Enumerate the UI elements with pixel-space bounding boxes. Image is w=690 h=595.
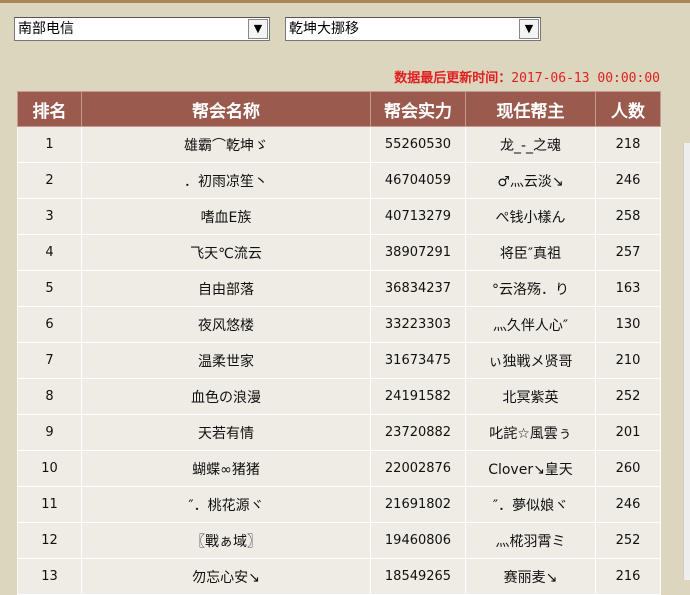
scrollbar[interactable] bbox=[683, 143, 690, 580]
guild-power-cell: 33223303 bbox=[370, 306, 466, 343]
rank-cell: 8 bbox=[17, 378, 82, 415]
guild-name-cell: 自由部落 bbox=[81, 270, 371, 307]
guild-name-cell: 蝴蝶∞猪猪 bbox=[81, 450, 371, 487]
leader-cell: °云洛殇．り bbox=[465, 270, 596, 307]
table-row: 11 ″．桃花源ヾ 21691802 ″．夢似娘ヾ 246 bbox=[17, 486, 661, 523]
leader-cell: 叱詫☆風雲ぅ bbox=[465, 414, 596, 451]
members-cell: 201 bbox=[595, 414, 661, 451]
leader-cell: 北冥紫英 bbox=[465, 378, 596, 415]
members-cell: 258 bbox=[595, 198, 661, 235]
chevron-down-icon[interactable]: ▼ bbox=[519, 19, 539, 39]
guild-name-cell: 血色の浪漫 bbox=[81, 378, 371, 415]
guild-name-cell: 嗜血E族 bbox=[81, 198, 371, 235]
server-select-value: 乾坤大挪移 bbox=[289, 21, 359, 37]
guild-power-cell: 21691802 bbox=[370, 486, 466, 523]
rank-cell: 7 bbox=[17, 342, 82, 379]
rank-cell: 5 bbox=[17, 270, 82, 307]
members-cell: 130 bbox=[595, 306, 661, 343]
guild-name-cell: 温柔世家 bbox=[81, 342, 371, 379]
region-select[interactable]: 南部电信 ▼ bbox=[14, 17, 270, 41]
header-rank: 排名 bbox=[17, 91, 82, 127]
header-guild-power: 帮会实力 bbox=[370, 91, 466, 127]
table-row: 7 温柔世家 31673475 ぃ独戦メ贤哥 210 bbox=[17, 342, 661, 379]
rank-cell: 9 bbox=[17, 414, 82, 451]
guild-power-cell: 38907291 bbox=[370, 234, 466, 271]
guild-power-cell: 24191582 bbox=[370, 378, 466, 415]
table-row: 5 自由部落 36834237 °云洛殇．り 163 bbox=[17, 270, 661, 307]
rank-cell: 2 bbox=[17, 162, 82, 199]
members-cell: 210 bbox=[595, 342, 661, 379]
table-row: 4 飞天℃流云 38907291 将臣″真祖 257 bbox=[17, 234, 661, 271]
chevron-down-icon[interactable]: ▼ bbox=[248, 19, 268, 39]
header-members: 人数 bbox=[595, 91, 661, 127]
guild-name-cell: 〖戰ぁ域〗 bbox=[81, 522, 371, 559]
rank-cell: 3 bbox=[17, 198, 82, 235]
members-cell: 246 bbox=[595, 486, 661, 523]
members-cell: 246 bbox=[595, 162, 661, 199]
rank-cell: 11 bbox=[17, 486, 82, 523]
leader-cell: ぺ钱小樣ん bbox=[465, 198, 596, 235]
rank-cell: 6 bbox=[17, 306, 82, 343]
table-header: 排名 帮会名称 帮会实力 现任帮主 人数 bbox=[17, 91, 661, 127]
guild-power-cell: 22002876 bbox=[370, 450, 466, 487]
header-guild-name: 帮会名称 bbox=[81, 91, 371, 127]
guild-power-cell: 46704059 bbox=[370, 162, 466, 199]
leader-cell: 龙_-_之魂 bbox=[465, 126, 596, 163]
members-cell: 163 bbox=[595, 270, 661, 307]
update-time: 2017-06-13 00:00:00 bbox=[511, 71, 660, 86]
guild-ranking-table: 排名 帮会名称 帮会实力 现任帮主 人数 1 雄霸⌒乾坤ゞ 55260530 龙_-_之魂 21… bbox=[17, 91, 661, 595]
members-cell: 252 bbox=[595, 378, 661, 415]
guild-power-cell: 40713279 bbox=[370, 198, 466, 235]
table-row: 2 ．初雨凉笙丶 46704059 ♂灬云淡↘ 246 bbox=[17, 162, 661, 199]
update-timestamp: 数据最后更新时间：2017-06-13 00:00:00 bbox=[394, 67, 660, 86]
leader-cell: ♂灬云淡↘ bbox=[465, 162, 596, 199]
rank-cell: 12 bbox=[17, 522, 82, 559]
members-cell: 257 bbox=[595, 234, 661, 271]
guild-name-cell: 飞天℃流云 bbox=[81, 234, 371, 271]
leader-cell: 灬久伴人心″ bbox=[465, 306, 596, 343]
table-row: 9 天若有情 23720882 叱詫☆風雲ぅ 201 bbox=[17, 414, 661, 451]
members-cell: 218 bbox=[595, 126, 661, 163]
region-select-value: 南部电信 bbox=[18, 21, 74, 37]
table-row: 3 嗜血E族 40713279 ぺ钱小樣ん 258 bbox=[17, 198, 661, 235]
guild-power-cell: 31673475 bbox=[370, 342, 466, 379]
table-row: 10 蝴蝶∞猪猪 22002876 Clover↘皇天 260 bbox=[17, 450, 661, 487]
guild-name-cell: 雄霸⌒乾坤ゞ bbox=[81, 126, 371, 163]
guild-power-cell: 55260530 bbox=[370, 126, 466, 163]
rank-cell: 10 bbox=[17, 450, 82, 487]
table-row: 1 雄霸⌒乾坤ゞ 55260530 龙_-_之魂 218 bbox=[17, 126, 661, 163]
leader-cell: 灬椛羽霄ミ bbox=[465, 522, 596, 559]
guild-name-cell: 天若有情 bbox=[81, 414, 371, 451]
guild-name-cell: ″．桃花源ヾ bbox=[81, 486, 371, 523]
server-select[interactable]: 乾坤大挪移 ▼ bbox=[285, 17, 541, 41]
header-leader: 现任帮主 bbox=[465, 91, 596, 127]
members-cell: 252 bbox=[595, 522, 661, 559]
guild-power-cell: 23720882 bbox=[370, 414, 466, 451]
guild-name-cell: 夜风悠楼 bbox=[81, 306, 371, 343]
table-row: 12 〖戰ぁ域〗 19460806 灬椛羽霄ミ 252 bbox=[17, 522, 661, 559]
guild-power-cell: 36834237 bbox=[370, 270, 466, 307]
members-cell: 260 bbox=[595, 450, 661, 487]
leader-cell: ″．夢似娘ヾ bbox=[465, 486, 596, 523]
rank-cell: 4 bbox=[17, 234, 82, 271]
table-row: 8 血色の浪漫 24191582 北冥紫英 252 bbox=[17, 378, 661, 415]
leader-cell: Clover↘皇天 bbox=[465, 450, 596, 487]
table-row: 6 夜风悠楼 33223303 灬久伴人心″ 130 bbox=[17, 306, 661, 343]
leader-cell: 将臣″真祖 bbox=[465, 234, 596, 271]
leader-cell: ぃ独戦メ贤哥 bbox=[465, 342, 596, 379]
rank-cell: 1 bbox=[17, 126, 82, 163]
update-label: 数据最后更新时间： bbox=[394, 71, 512, 86]
guild-power-cell: 19460806 bbox=[370, 522, 466, 559]
guild-name-cell: ．初雨凉笙丶 bbox=[81, 162, 371, 199]
